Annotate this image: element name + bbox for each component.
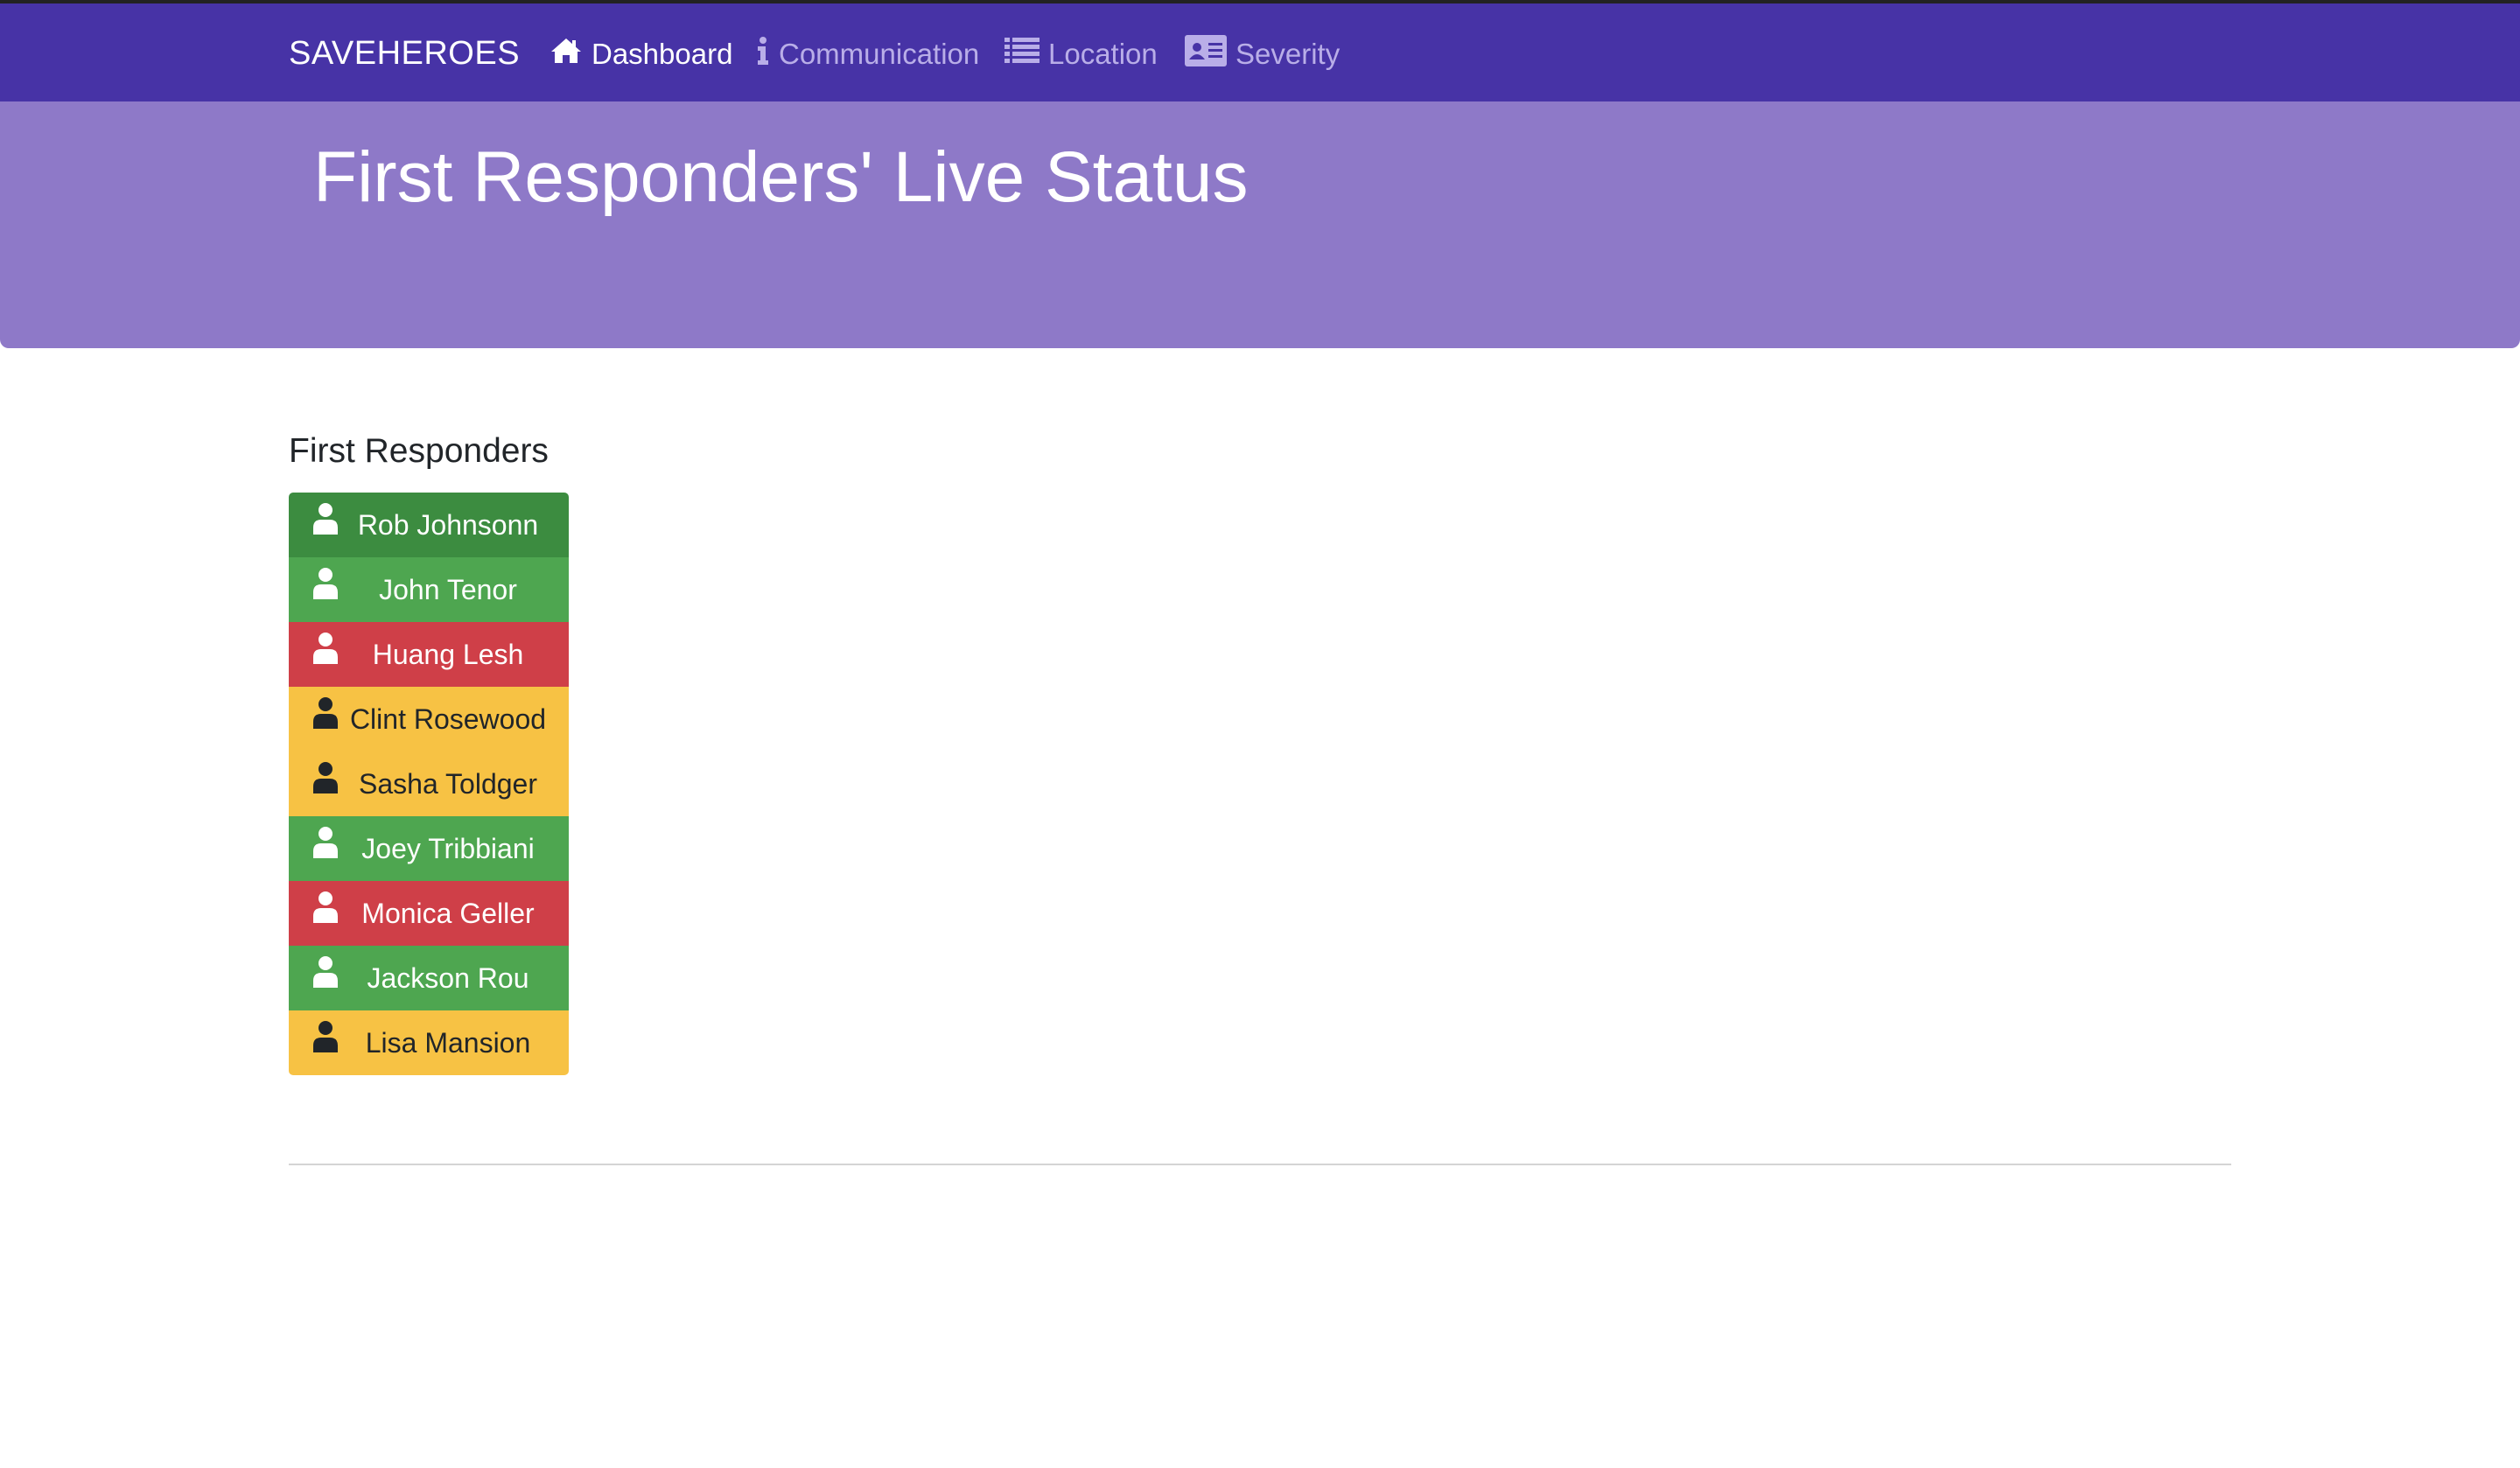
responders-section-title: First Responders	[289, 432, 549, 470]
responder-name: Rob Johnsonn	[357, 508, 539, 541]
responder-item[interactable]: Joey Tribbiani	[289, 816, 569, 881]
nav-communication-label: Communication	[779, 38, 980, 70]
divider	[289, 1164, 2231, 1165]
nav-dashboard[interactable]: Dashboard	[550, 35, 732, 73]
user-icon	[312, 954, 340, 989]
responder-name: John Tenor	[379, 573, 517, 605]
page-title: First Responders' Live Status	[313, 137, 1249, 217]
user-icon	[312, 890, 340, 925]
responder-list: Rob Johnsonn John Tenor Huang Lesh Clint Ro…	[289, 493, 569, 1075]
responder-name: Lisa Mansion	[365, 1026, 531, 1059]
nav-location-label: Location	[1048, 38, 1158, 70]
responder-item[interactable]: Lisa Mansion	[289, 1010, 569, 1075]
brand-logo[interactable]: SAVEHEROES	[289, 35, 520, 73]
responder-name: Monica Geller	[361, 897, 535, 929]
responder-name: Clint Rosewood	[349, 703, 547, 735]
responder-item[interactable]: Jackson Rou	[289, 946, 569, 1010]
nav-communication[interactable]: Communication	[756, 35, 979, 73]
responder-name: Joey Tribbiani	[361, 832, 535, 864]
navbar: SAVEHEROES Dashboard Communication Locat…	[0, 3, 2520, 101]
user-icon	[312, 760, 340, 795]
responder-item[interactable]: Monica Geller	[289, 881, 569, 946]
hero-banner: First Responders' Live Status	[0, 101, 2520, 348]
nav-severity-label: Severity	[1236, 38, 1340, 70]
home-icon	[550, 37, 592, 72]
user-icon	[312, 696, 340, 731]
responder-item[interactable]: Rob Johnsonn	[289, 493, 569, 557]
responder-name: Jackson Rou	[367, 961, 529, 994]
user-icon	[312, 1019, 340, 1054]
responder-item[interactable]: Clint Rosewood	[289, 687, 569, 751]
responder-item[interactable]: Huang Lesh	[289, 622, 569, 687]
responder-item[interactable]: Sasha Toldger	[289, 751, 569, 816]
responder-item[interactable]: John Tenor	[289, 557, 569, 622]
id-card-icon	[1185, 35, 1236, 73]
user-icon	[312, 501, 340, 536]
nav-location[interactable]: Location	[1004, 35, 1158, 73]
list-icon	[1004, 37, 1048, 72]
user-icon	[312, 825, 340, 860]
user-icon	[312, 631, 340, 666]
responder-name: Huang Lesh	[372, 638, 524, 670]
nav-dashboard-label: Dashboard	[592, 38, 733, 70]
user-icon	[312, 566, 340, 601]
info-icon	[756, 36, 779, 73]
responder-name: Sasha Toldger	[359, 767, 537, 800]
nav-severity[interactable]: Severity	[1185, 35, 1340, 73]
